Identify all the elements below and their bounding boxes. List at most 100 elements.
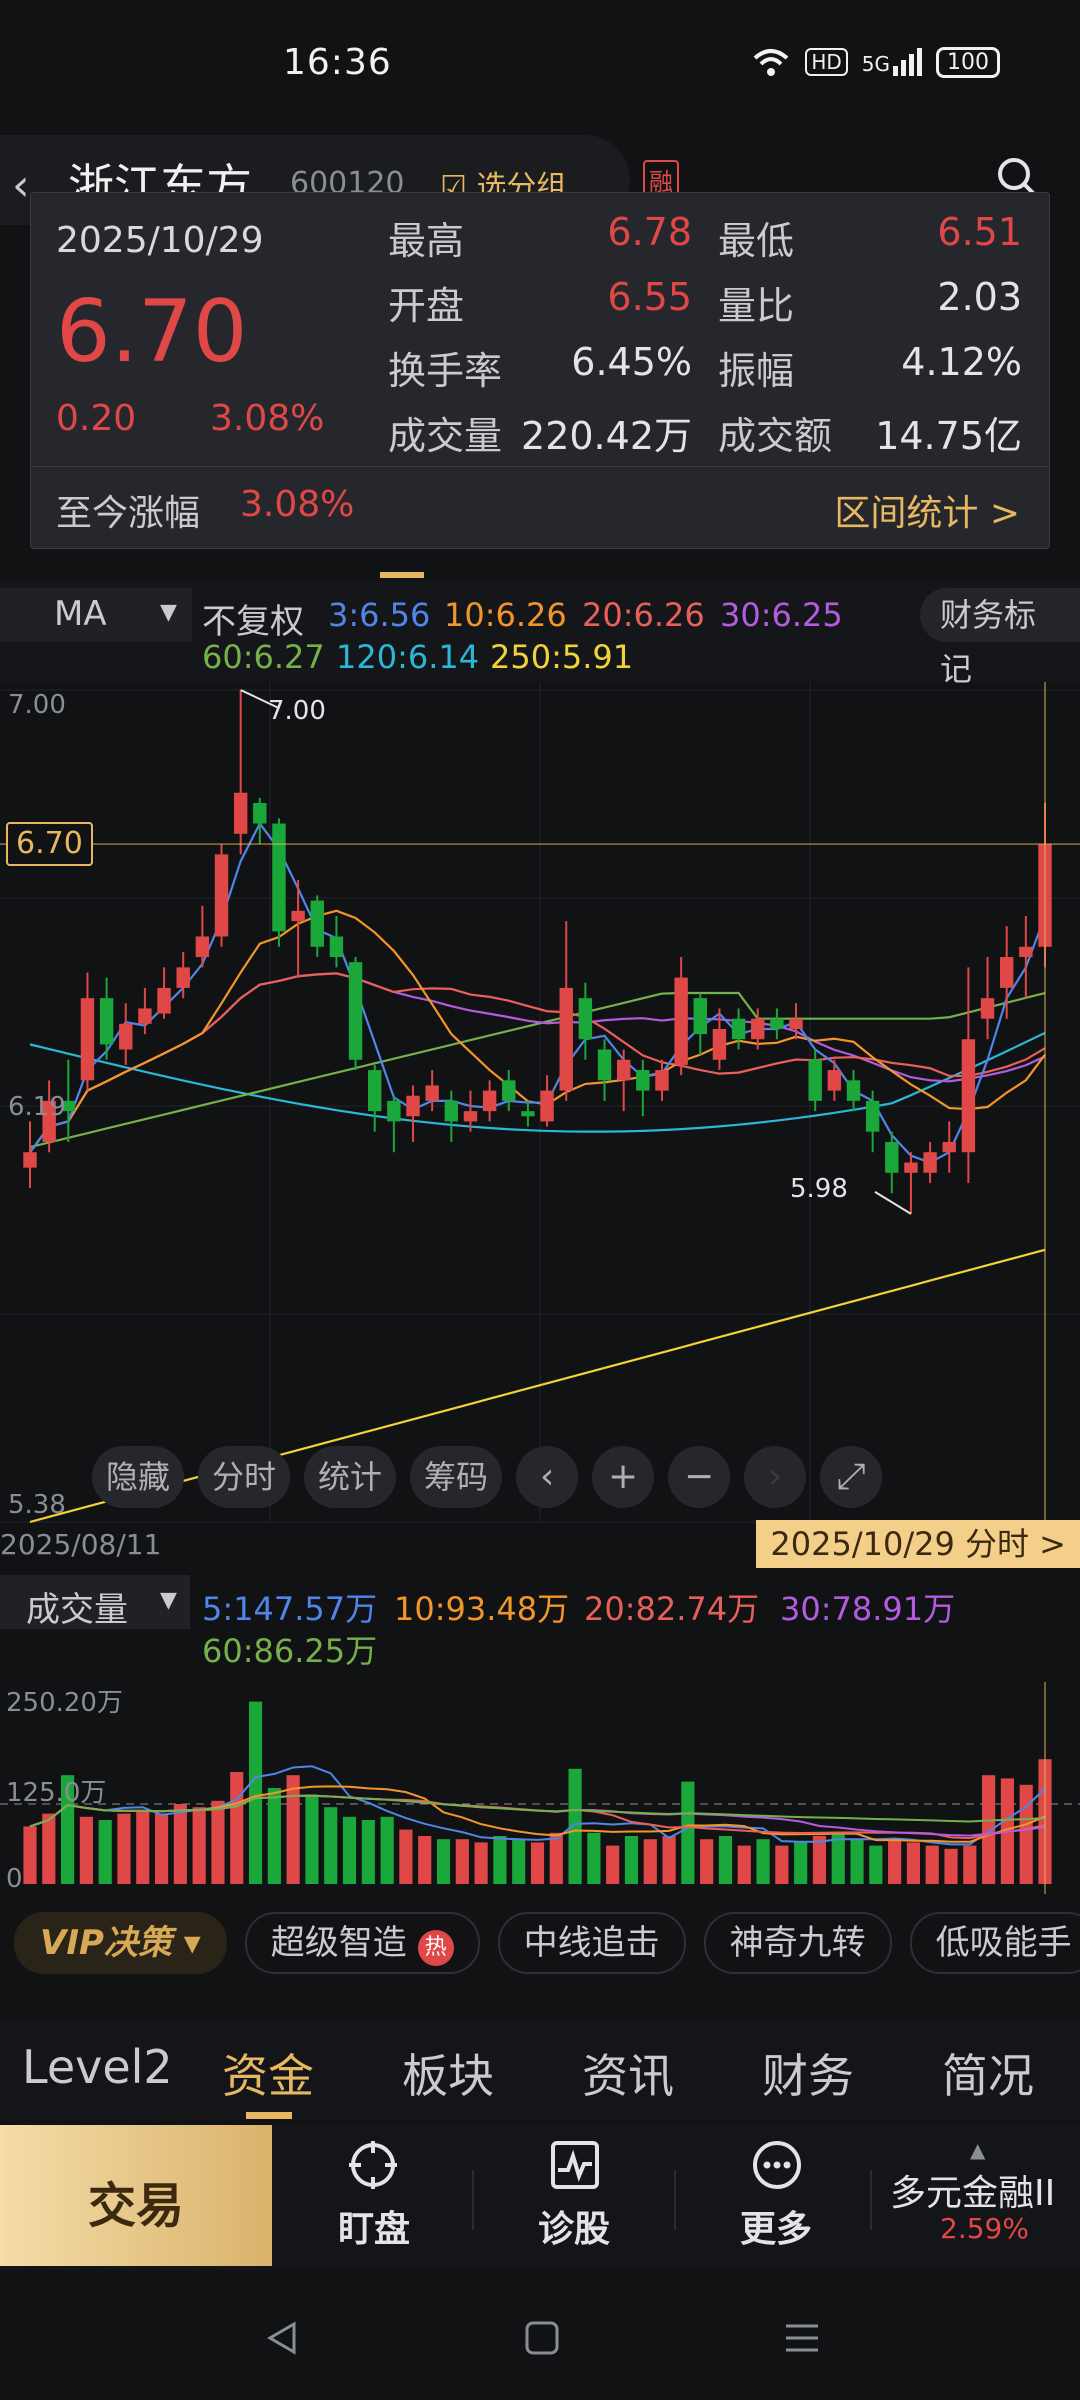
- zoom-out-icon[interactable]: −: [668, 1446, 731, 1508]
- vip-label: VIP决策: [40, 1923, 172, 1963]
- low-value: 6.51: [937, 210, 1022, 254]
- strategy-tabs: VIP决策 ▾ 超级智造 热 中线追击 神奇九转 低吸能手: [0, 1912, 1080, 1988]
- volume-value: 220.42万: [521, 414, 692, 458]
- strategy-label: 超级智造: [270, 1923, 407, 1963]
- vol-y-mid-label: 125.0万: [6, 1778, 107, 1808]
- status-time: 16:36: [283, 42, 392, 83]
- sector-name[interactable]: 多元金融II: [890, 2164, 1055, 2216]
- chevron-left-icon[interactable]: ‹: [516, 1446, 579, 1508]
- active-tab-indicator: [246, 2112, 292, 2119]
- volume-bar: [399, 1829, 413, 1884]
- candle-body: [655, 1070, 669, 1091]
- vol-ma30-value: 30:78.91万: [780, 1590, 956, 1628]
- volume-bar: [192, 1807, 206, 1884]
- tab-news[interactable]: 资讯: [582, 2040, 674, 2106]
- candle-body: [961, 1039, 976, 1153]
- tab-level2[interactable]: Level2: [22, 2040, 173, 2094]
- candle-body: [214, 854, 229, 937]
- intraday-button[interactable]: 分时: [198, 1446, 291, 1508]
- strategy-magic-nine[interactable]: 神奇九转: [703, 1912, 892, 1974]
- cumulative-change-value: 3.08%: [240, 484, 355, 525]
- chips-button[interactable]: 筹码: [410, 1446, 503, 1508]
- volume-bar: [1019, 1784, 1033, 1884]
- candle-body: [751, 1018, 765, 1040]
- candle-body: [176, 967, 190, 988]
- hot-badge: 热: [417, 1930, 454, 1966]
- tab-capital[interactable]: 资金: [222, 2040, 314, 2106]
- vol-ma60-value: 60:86.25万: [202, 1632, 378, 1670]
- wifi-icon: [753, 49, 789, 76]
- volume-bar: [154, 1813, 169, 1884]
- volume-bar: [23, 1826, 37, 1884]
- strategy-low-buy[interactable]: 低吸能手: [909, 1912, 1080, 1974]
- volume-bar: [436, 1839, 451, 1884]
- ma60-value: 60:6.27: [202, 638, 325, 676]
- kline-chart[interactable]: [0, 682, 1080, 1532]
- nav-back-icon[interactable]: [262, 2318, 302, 2358]
- volume-bar: [211, 1800, 225, 1884]
- amount-value: 14.75亿: [875, 414, 1022, 458]
- volume-bar: [737, 1845, 751, 1884]
- more-label[interactable]: 更多: [740, 2200, 812, 2252]
- volume-bar: [794, 1842, 808, 1884]
- financial-marker-toggle[interactable]: 财务标记: [920, 588, 1080, 688]
- crosshair-icon[interactable]: [346, 2138, 400, 2192]
- watch-label[interactable]: 盯盘: [338, 2200, 410, 2252]
- volume-bar: [474, 1842, 488, 1884]
- candle-body: [885, 1141, 899, 1173]
- low-annotation: 5.98: [790, 1174, 848, 1204]
- sector-change: 2.59%: [940, 2212, 1029, 2245]
- candle-body: [80, 998, 95, 1081]
- nav-home-icon[interactable]: [522, 2318, 562, 2358]
- vol-ma10-value: 10:93.48万: [394, 1590, 570, 1628]
- x-axis-end-date[interactable]: 2025/10/29 分时 >: [756, 1520, 1080, 1568]
- strategy-super-manufacturing[interactable]: 超级智造 热: [244, 1912, 480, 1974]
- volume-ratio-label: 量比: [718, 284, 795, 328]
- zoom-in-icon[interactable]: +: [592, 1446, 655, 1508]
- range-stats-link[interactable]: 区间统计 >: [834, 484, 1020, 536]
- back-icon[interactable]: ‹: [12, 160, 30, 211]
- candle-body: [521, 1111, 535, 1117]
- vip-decision-button[interactable]: VIP决策 ▾: [14, 1912, 227, 1974]
- volume-bar: [455, 1839, 469, 1884]
- diagnose-label[interactable]: 诊股: [538, 2200, 610, 2252]
- candles: [23, 690, 1052, 1214]
- candle-body: [195, 936, 210, 958]
- chevron-right-icon[interactable]: ›: [744, 1446, 807, 1508]
- volume-bar: [230, 1772, 244, 1884]
- nav-menu-icon[interactable]: [782, 2318, 822, 2358]
- current-price-tag: 6.70: [6, 822, 93, 866]
- candle-body: [942, 1141, 956, 1153]
- candle-body: [406, 1095, 420, 1117]
- tab-profile[interactable]: 简况: [942, 2040, 1034, 2106]
- candle-body: [310, 900, 324, 947]
- adjust-mode-label[interactable]: 不复权: [202, 594, 304, 643]
- candle-body: [904, 1162, 918, 1173]
- volume-bar: [925, 1845, 939, 1884]
- strategy-midline-chase[interactable]: 中线追击: [497, 1912, 686, 1974]
- ma120-line: [29, 1031, 1046, 1133]
- candle-body: [616, 1059, 631, 1081]
- candle-body: [578, 998, 593, 1040]
- y-axis-mid-label: 6.19: [8, 1092, 66, 1122]
- chart-toolbar: 隐藏 分时 统计 筹码 ‹ + − › ⤢: [92, 1446, 883, 1508]
- candle-body: [368, 1070, 382, 1112]
- fullscreen-icon[interactable]: ⤢: [820, 1446, 883, 1508]
- stats-button[interactable]: 统计: [304, 1446, 397, 1508]
- quote-change-pct: 3.08%: [210, 398, 325, 439]
- volume-bar: [512, 1839, 526, 1884]
- tab-finance[interactable]: 财务: [762, 2040, 854, 2106]
- candle-body: [502, 1080, 516, 1101]
- volume-bar: [117, 1813, 131, 1884]
- volume-bar: [888, 1839, 902, 1884]
- tab-sector[interactable]: 板块: [402, 2040, 494, 2106]
- high-annotation: 7.00: [268, 696, 326, 726]
- volume-bar: [248, 1701, 263, 1884]
- volume-bar: [624, 1836, 639, 1884]
- more-icon[interactable]: [750, 2138, 804, 2192]
- volume-chart[interactable]: [0, 1682, 1080, 1894]
- hide-button[interactable]: 隐藏: [92, 1446, 185, 1508]
- diagnose-chart-icon[interactable]: [548, 2138, 602, 2192]
- ma250-value: 250:5.91: [490, 638, 634, 676]
- volume-bar: [756, 1839, 770, 1884]
